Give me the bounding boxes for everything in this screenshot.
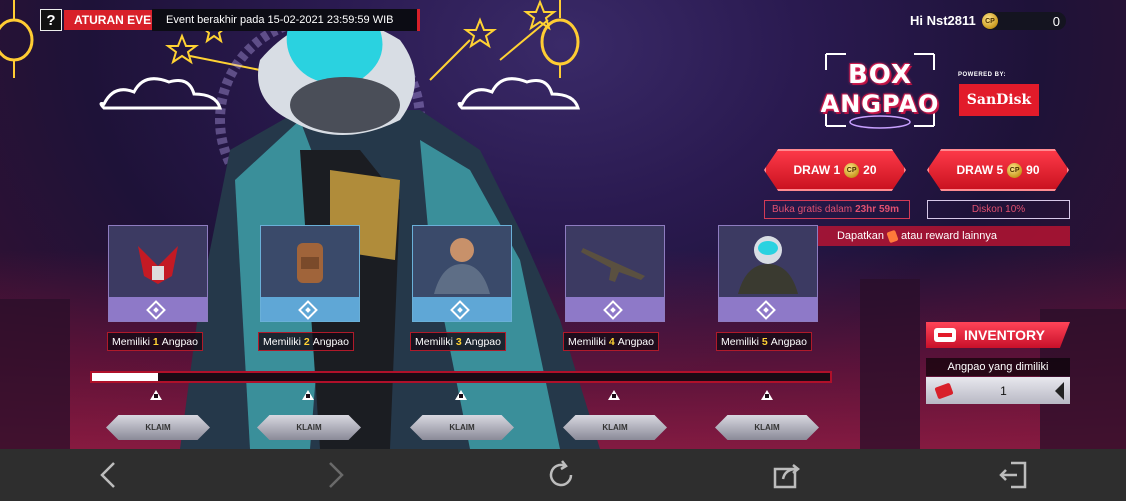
claim-button-1[interactable]: KLAIM xyxy=(106,415,210,440)
box-angpao-logo: BOX ANGPAO xyxy=(818,50,942,130)
angpao-icon xyxy=(934,382,954,399)
draw-5-cost: 90 xyxy=(1026,163,1040,177)
inventory-label: INVENTORY xyxy=(964,327,1045,343)
reward-card-2[interactable] xyxy=(260,225,360,322)
owned-angpao-count: 1 xyxy=(926,377,1070,404)
angpao-icon xyxy=(886,229,899,243)
event-end-banner: Event berakhir pada 15-02-2021 23:59:59 … xyxy=(152,9,420,31)
draw-1-button[interactable]: DRAW 1 CP 20 xyxy=(764,149,906,191)
cp-coin-icon: CP xyxy=(982,13,998,29)
free-draw-time: 23hr 59m xyxy=(855,204,899,215)
requirement-suffix: Angpao xyxy=(617,335,654,348)
helmet-character-icon xyxy=(719,226,817,296)
cp-coin-icon: CP xyxy=(1007,162,1023,178)
requirement-prefix: Memiliki xyxy=(721,335,759,348)
inventory-icon xyxy=(934,328,956,342)
requirement-prefix: Memiliki xyxy=(112,335,150,348)
reward-requirement-5: Memiliki 5 Angpao xyxy=(716,332,812,351)
owned-angpao-value: 1 xyxy=(1000,383,1007,398)
coin-balance: CP 0 xyxy=(982,12,1066,30)
requirement-count: 1 xyxy=(152,335,159,348)
cp-coin-icon: CP xyxy=(844,162,860,178)
requirement-count: 2 xyxy=(303,335,310,348)
back-arrow-icon[interactable] xyxy=(94,459,126,491)
milestone-marker-icon xyxy=(455,390,467,400)
requirement-count: 5 xyxy=(761,335,768,348)
backpack-icon xyxy=(261,226,359,296)
requirement-prefix: Memiliki xyxy=(415,335,453,348)
draw-1-cost: 20 xyxy=(863,163,877,177)
claim-button-2[interactable]: KLAIM xyxy=(257,415,361,440)
angpao-progress-bar xyxy=(90,371,832,383)
milestone-marker-icon xyxy=(302,390,314,400)
free-draw-text: Buka gratis dalam xyxy=(772,204,853,215)
promo-text-before: Dapatkan xyxy=(836,230,885,242)
reward-requirement-1: Memiliki 1 Angpao xyxy=(107,332,203,351)
exit-icon[interactable] xyxy=(997,459,1029,491)
requirement-suffix: Angpao xyxy=(312,335,349,348)
rifle-icon xyxy=(566,226,664,296)
winged-emblem-icon xyxy=(109,226,207,296)
draw-5-label: DRAW 5 xyxy=(956,163,1004,177)
reward-requirement-3: Memiliki 3 Angpao xyxy=(410,332,506,351)
requirement-prefix: Memiliki xyxy=(263,335,301,348)
requirement-suffix: Angpao xyxy=(464,335,501,348)
milestone-marker-icon xyxy=(150,390,162,400)
refresh-icon[interactable] xyxy=(545,459,577,491)
sponsor-logo: SanDisk xyxy=(959,84,1039,116)
inventory-button[interactable]: INVENTORY xyxy=(926,322,1070,348)
browser-nav-bar xyxy=(0,449,1126,501)
logo-line2: ANGPAO xyxy=(820,90,940,118)
owned-angpao-label: Angpao yang dimiliki xyxy=(926,358,1070,376)
reward-card-4[interactable] xyxy=(565,225,665,322)
powered-by-label: POWERED BY: xyxy=(958,72,1007,78)
draw-5-button[interactable]: DRAW 5 CP 90 xyxy=(927,149,1069,191)
discount-note: Diskon 10% xyxy=(927,200,1070,219)
requirement-suffix: Angpao xyxy=(161,335,198,348)
progress-fill xyxy=(92,373,159,381)
logo-line1: BOX xyxy=(847,60,913,90)
requirement-count: 3 xyxy=(455,335,462,348)
reward-card-5[interactable] xyxy=(718,225,818,322)
reward-card-1[interactable] xyxy=(108,225,208,322)
draw-1-label: DRAW 1 xyxy=(793,163,841,177)
milestone-marker-icon xyxy=(608,390,620,400)
claim-button-5[interactable]: KLAIM xyxy=(715,415,819,440)
game-screen: ? ATURAN EVENT Event berakhir pada 15-02… xyxy=(0,0,1126,449)
reward-requirement-4: Memiliki 4 Angpao xyxy=(563,332,659,351)
requirement-prefix: Memiliki xyxy=(568,335,606,348)
claim-button-4[interactable]: KLAIM xyxy=(563,415,667,440)
share-icon[interactable] xyxy=(771,459,803,491)
reward-requirement-2: Memiliki 2 Angpao xyxy=(258,332,354,351)
reward-card-3[interactable] xyxy=(412,225,512,322)
requirement-suffix: Angpao xyxy=(770,335,807,348)
question-icon: ? xyxy=(40,9,62,31)
requirement-count: 4 xyxy=(608,335,615,348)
promo-text-after: atau reward lainnya xyxy=(901,230,998,242)
claim-button-3[interactable]: KLAIM xyxy=(410,415,514,440)
collapse-arrow-icon[interactable] xyxy=(1055,381,1064,400)
forward-arrow-icon[interactable] xyxy=(318,459,350,491)
milestone-marker-icon xyxy=(761,390,773,400)
user-greeting: Hi Nst2811 xyxy=(910,13,976,28)
lantern-icon xyxy=(0,0,34,78)
coin-balance-value: 0 xyxy=(1052,13,1060,29)
free-draw-timer: Buka gratis dalam 23hr 59m xyxy=(764,200,910,219)
soldier-character-icon xyxy=(413,226,511,296)
